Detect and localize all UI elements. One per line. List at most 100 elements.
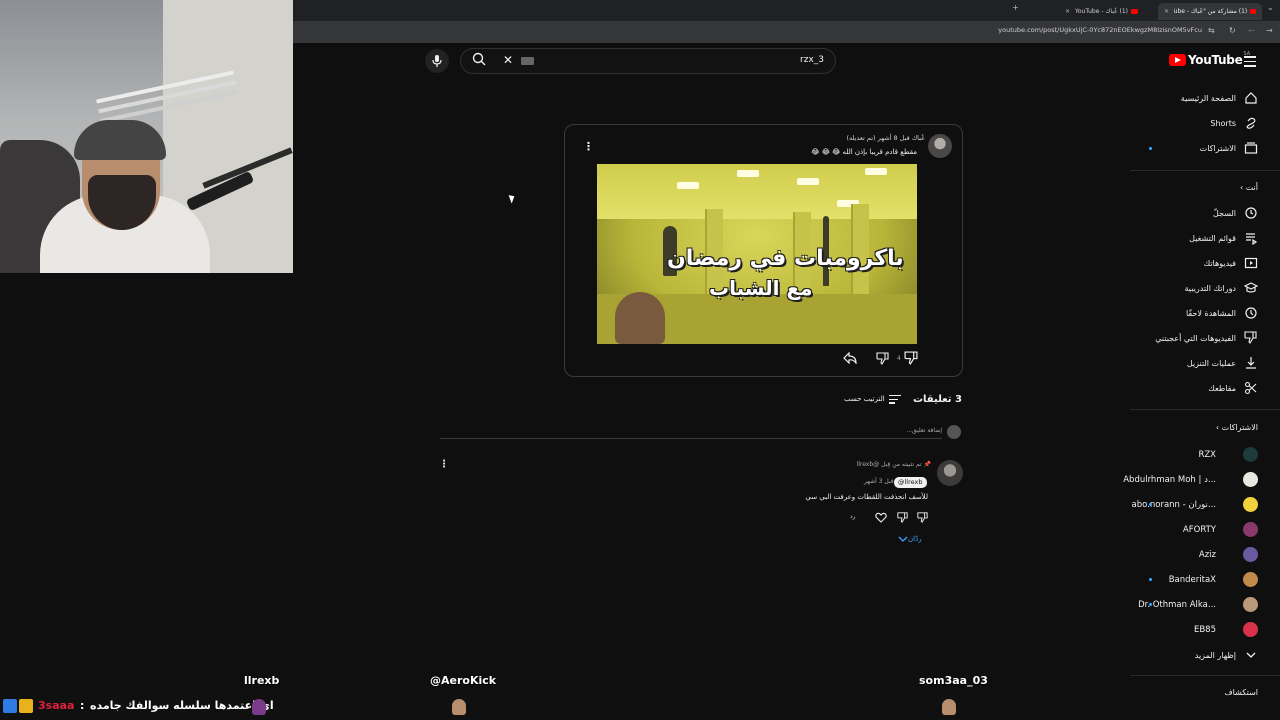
sidebar-item-liked[interactable]: الفيديوهات التي أعجبتني (1108, 328, 1258, 348)
chat-separator: : (80, 699, 85, 712)
thumbnail-subtitle: مع الشباب (709, 276, 813, 300)
sidebar-item-shorts[interactable]: Shorts (1108, 113, 1258, 133)
show-more-button[interactable]: إظهار المزيد (1108, 645, 1258, 665)
search-value[interactable]: rzx_3 (800, 55, 824, 65)
subscription-avatar[interactable] (1243, 622, 1258, 637)
back-icon[interactable]: → (1266, 26, 1273, 35)
comment-more-icon[interactable]: ⋮ (439, 459, 449, 470)
subscriptions-icon (1244, 142, 1258, 154)
sidebar-item-label: Shorts (1210, 118, 1236, 128)
overlay-name-3: som3aa_03 (919, 674, 988, 687)
dislike-icon[interactable] (876, 352, 889, 365)
comment-author-handle[interactable]: @llrexb (894, 477, 927, 488)
courses-icon (1244, 282, 1258, 293)
sidebar-item-watch-later[interactable]: المشاهدة لاحقًا (1108, 303, 1258, 323)
post-author-avatar[interactable] (928, 134, 952, 158)
subscription-avatar[interactable] (1243, 447, 1258, 462)
search-input[interactable] (460, 48, 836, 74)
tab-inactive[interactable]: (1) عُباك - YouTube ✕ (1040, 3, 1144, 20)
subscription-item[interactable]: EB85 (1194, 625, 1216, 635)
subscription-item[interactable]: RZX (1198, 450, 1216, 460)
pinned-label: 📌 تم تثبيته من قِبل @llrexb (856, 461, 931, 468)
close-tab-icon[interactable]: ✕ (1065, 8, 1070, 15)
keyboard-icon[interactable] (521, 57, 534, 65)
new-tab-icon[interactable]: + (1012, 3, 1019, 12)
overlay-name-1: llrexb (244, 674, 280, 687)
subscription-avatar[interactable] (1243, 522, 1258, 537)
sidebar-item-your-videos[interactable]: فيديوهاتك (1108, 253, 1258, 273)
sidebar-subscriptions-header[interactable]: الاشتراكات › (1216, 423, 1258, 432)
sidebar-item-download[interactable]: عمليات التنزيل (1108, 353, 1258, 373)
sort-icon[interactable] (889, 395, 901, 406)
subscription-avatar[interactable] (1243, 597, 1258, 612)
close-tab-icon[interactable]: ✕ (1164, 8, 1169, 15)
reload-icon[interactable]: ↻ (1229, 26, 1236, 35)
sidebar-item-label: دوراتك التدريبية (1184, 283, 1236, 293)
sidebar-item-subscriptions[interactable]: الاشتراكات (1108, 138, 1258, 158)
tab-active[interactable]: (1) مشاركة من "عُباك - YouTube" ✕ (1158, 3, 1262, 20)
new-content-dot (1149, 503, 1152, 506)
youtube-logo[interactable]: YouTube SA (1169, 51, 1250, 67)
shorts-icon (1246, 117, 1256, 129)
chat-badge-icon (3, 699, 17, 713)
cast-icon[interactable]: ⇆ (1208, 26, 1215, 35)
subscription-item[interactable]: Abdulrhman Moh | د... (1123, 475, 1216, 485)
sidebar-item-playlists[interactable]: قوائم التشغيل (1108, 228, 1258, 248)
show-more-label: إظهار المزيد (1194, 650, 1236, 660)
crown-icon (19, 699, 33, 713)
sidebar-you-header[interactable]: أنت › (1240, 183, 1258, 192)
reply-button[interactable]: رد (850, 513, 856, 520)
comment-like-icon[interactable] (917, 512, 928, 523)
thumbnail-title: باكرومبات في رمضان (667, 246, 904, 271)
sidebar-item-label: فيديوهاتك (1203, 258, 1236, 268)
tab-inactive-title: (1) عُباك - YouTube (1075, 8, 1128, 15)
subscription-item[interactable]: AFORTY (1183, 525, 1216, 535)
share-icon[interactable] (843, 352, 857, 364)
chevron-down-icon (898, 536, 908, 542)
like-icon[interactable] (904, 351, 918, 365)
search-icon[interactable] (472, 52, 486, 66)
youtube-favicon (1131, 9, 1138, 14)
chevron-down-icon (1246, 652, 1256, 658)
cap (74, 120, 166, 160)
sidebar-item-label: الاشتراكات (1199, 143, 1236, 153)
sidebar-item-label: عمليات التنزيل (1186, 358, 1236, 368)
tab-search-icon[interactable]: ⌄ (1267, 3, 1274, 12)
tab-active-title: (1) مشاركة من "عُباك - YouTube" (1174, 8, 1248, 15)
subscription-item[interactable]: abo.norann - نوران... (1132, 500, 1216, 510)
subscription-item[interactable]: Aziz (1199, 550, 1216, 560)
sidebar-item-clips[interactable]: مقاطعك (1108, 378, 1258, 398)
subscription-item[interactable]: BanderitaX (1169, 575, 1216, 585)
voice-search-button[interactable] (425, 49, 449, 73)
subscription-avatar[interactable] (1243, 497, 1258, 512)
view-replies-button[interactable]: ردّان (894, 535, 922, 543)
new-content-dot (1149, 578, 1152, 581)
url-text[interactable]: youtube.com/post/UgkxUjC-0Yc872nEOEkwgzM… (998, 26, 1202, 34)
clear-search-icon[interactable]: ✕ (503, 53, 513, 67)
sidebar-item-courses[interactable]: دوراتك التدريبية (1108, 278, 1258, 298)
add-comment-input[interactable]: إضافة تعليق... (440, 425, 942, 439)
comment-author-avatar[interactable] (937, 460, 963, 486)
sidebar-item-home[interactable]: الصفحة الرئيسية (1108, 88, 1258, 108)
comments-count: 3 تعليقات (912, 394, 962, 405)
post-time: قبل 8 أشهر (تم تعديله) (846, 134, 910, 142)
sidebar-item-label: الصفحة الرئيسية (1180, 93, 1236, 103)
post-more-icon[interactable]: ⋮ (583, 140, 594, 153)
subscription-avatar[interactable] (1243, 547, 1258, 562)
sidebar-item-label: السجلّ (1212, 208, 1236, 218)
post-author-name[interactable]: عُباك (912, 134, 925, 142)
creator-heart-icon (875, 512, 887, 523)
comment-time[interactable]: قبل 3 أشهر (864, 478, 894, 485)
post-author-meta: عُباك قبل 8 أشهر (تم تعديله) (846, 134, 925, 142)
forward-icon[interactable]: ← (1248, 26, 1255, 35)
sidebar-item-label: الفيديوهات التي أعجبتني (1155, 333, 1236, 343)
sidebar-item-history[interactable]: السجلّ (1108, 203, 1258, 223)
subscription-avatar[interactable] (1243, 472, 1258, 487)
comment-dislike-icon[interactable] (897, 512, 908, 523)
sidebar-item-label: قوائم التشغيل (1189, 233, 1236, 243)
post-thumbnail[interactable]: باكرومبات في رمضان مع الشباب (597, 164, 917, 344)
playlists-icon (1246, 233, 1258, 245)
sort-by-button[interactable]: الترتيب حسب (844, 395, 885, 403)
subscription-avatar[interactable] (1243, 572, 1258, 587)
menu-icon[interactable] (1244, 56, 1256, 70)
